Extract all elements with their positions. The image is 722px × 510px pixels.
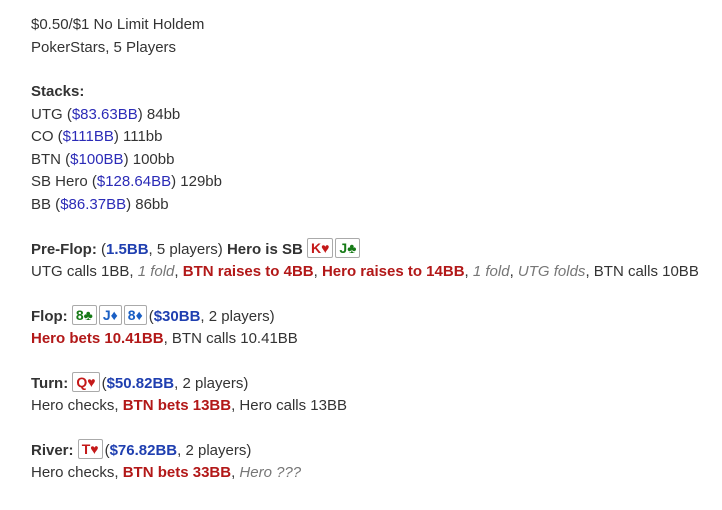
stack-row: UTG ($83.63BB) 84bb [31, 105, 181, 123]
action-text: BTN bets 13BB [122, 396, 232, 414]
turn-players: 2 players [182, 375, 244, 392]
hand-history: $0.50/$1 No Limit Holdem PokerStars, 5 P… [31, 14, 711, 484]
playing-card: K♥ [306, 238, 334, 258]
river-cards: T♥ [77, 439, 105, 459]
site-info: PokerStars, 5 Players [31, 38, 177, 56]
river-actions: Hero checks, BTN bets 33BB, Hero ??? [31, 463, 302, 481]
stack-amount: $100BB [70, 150, 124, 168]
card-suit-icon: ♥ [90, 441, 99, 457]
card-suit-icon: ♥ [321, 240, 330, 256]
flop-players: 2 players [208, 308, 270, 325]
card-rank: 8 [75, 307, 84, 323]
flop-actions: Hero bets 10.41BB, BTN calls 10.41BB [31, 329, 298, 347]
stack-row: BB ($86.37BB) 86bb [31, 195, 169, 213]
card-suit-icon: ♣ [83, 307, 93, 323]
preflop-pot: 1.5BB [106, 241, 149, 258]
playing-card: J♣ [335, 238, 361, 258]
action-text: BTN calls 10BB [593, 262, 699, 280]
flop-pot: $30BB [153, 308, 201, 325]
turn-actions: Hero checks, BTN bets 13BB, Hero calls 1… [31, 396, 347, 414]
flop-cards: 8♣ J♦ 8♦ [71, 305, 149, 325]
stack-row: BTN ($100BB) 100bb [31, 150, 175, 168]
playing-card: J♦ [98, 305, 122, 325]
stack-position: BB [31, 195, 52, 213]
stack-bb: 129bb [180, 173, 222, 190]
action-text: BTN calls 10.41BB [171, 329, 298, 347]
playing-card: 8♦ [123, 305, 147, 325]
card-suit-icon: ♦ [135, 307, 143, 323]
action-text: Hero ??? [239, 463, 302, 481]
stack-bb: 100bb [132, 150, 175, 168]
action-text: Hero raises to 14BB [321, 262, 465, 280]
stack-amount: $128.64BB [96, 173, 172, 190]
stack-bb: 86bb [135, 195, 169, 213]
turn-pot: $50.82BB [106, 375, 175, 392]
flop-header: Flop: 8♣ J♦ 8♦ ($30BB, 2 players) [31, 305, 275, 325]
playing-card: 8♣ [71, 305, 97, 325]
action-text: Hero calls 13BB [239, 396, 347, 414]
action-text: 1 fold [137, 262, 175, 280]
hero-position: Hero is SB [226, 241, 303, 258]
stack-amount: $111BB [62, 128, 114, 145]
stack-position: SB Hero [31, 173, 88, 190]
turn-cards: Q♥ [72, 372, 101, 392]
stacks-heading: Stacks: [31, 83, 85, 100]
preflop-header: Pre-Flop: (1.5BB, 5 players) Hero is SB … [31, 238, 711, 261]
card-rank: Q [76, 374, 88, 390]
card-rank: K [310, 240, 322, 256]
card-rank: 8 [127, 307, 136, 323]
action-text: Hero checks [31, 396, 115, 414]
action-text: BTN raises to 4BB [182, 262, 314, 280]
stack-position: BTN [31, 150, 61, 168]
action-text: Hero checks [31, 463, 115, 481]
turn-header: Turn: Q♥ ($50.82BB, 2 players) [31, 372, 249, 392]
action-text: 1 fold [472, 262, 510, 280]
flop-label: Flop: [31, 308, 68, 325]
card-suit-icon: ♥ [87, 374, 96, 390]
stack-position: UTG [31, 105, 63, 123]
preflop-actions: UTG calls 1BB, 1 fold, BTN raises to 4BB… [31, 262, 699, 280]
hero-cards: K♥ J♣ [306, 238, 362, 258]
action-text: UTG calls 1BB [31, 262, 130, 280]
stack-bb: 84bb [146, 105, 181, 123]
game-title: $0.50/$1 No Limit Holdem [31, 16, 205, 33]
action-text: Hero bets 10.41BB [31, 329, 164, 347]
stack-amount: $83.63BB [71, 105, 138, 123]
stack-bb: 111bb [123, 128, 163, 145]
action-text: UTG folds [517, 262, 586, 280]
stack-position: CO [31, 128, 54, 145]
stacks-list: UTG ($83.63BB) 84bb CO ($111BB) 111bb BTN … [31, 104, 711, 217]
card-suit-icon: ♦ [110, 307, 118, 323]
stack-amount: $86.37BB [60, 195, 127, 213]
playing-card: Q♥ [72, 372, 100, 392]
river-label: River: [31, 442, 74, 459]
playing-card: T♥ [77, 439, 103, 459]
card-suit-icon: ♣ [347, 240, 357, 256]
river-pot: $76.82BB [109, 442, 178, 459]
card-rank: T [81, 441, 91, 457]
turn-label: Turn: [31, 375, 69, 392]
stack-row: CO ($111BB) 111bb [31, 128, 163, 145]
river-header: River: T♥ ($76.82BB, 2 players) [31, 439, 252, 459]
preflop-players: 5 players [156, 241, 218, 258]
action-text: BTN bets 33BB [122, 463, 232, 481]
river-players: 2 players [185, 442, 247, 459]
stack-row: SB Hero ($128.64BB) 129bb [31, 173, 222, 190]
preflop-label: Pre-Flop: [31, 241, 97, 258]
card-rank: J [102, 307, 111, 323]
